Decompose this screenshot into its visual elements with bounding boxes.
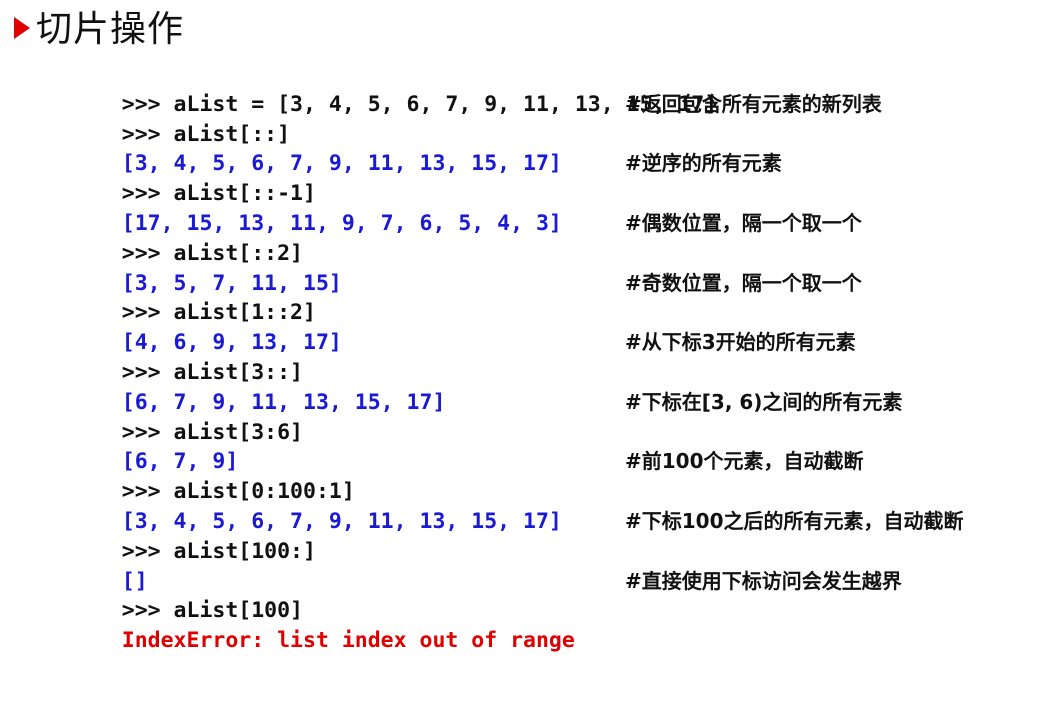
code-line: >>> aList[::2] #偶数位置，隔一个取一个 [70,209,1045,266]
code-line: [4, 6, 9, 13, 17] [70,298,1045,355]
code-line: [] [70,537,1045,594]
slide-title: 切片操作 [14,0,184,52]
code-line: >>> aList[3:6] #下标在[3, 6)之间的所有元素 [70,388,1045,445]
slide-title-text: 切片操作 [36,9,185,50]
code-comment: #从下标3开始的所有元素 [625,330,856,355]
code-line: >>> aList[100:] #下标100之后的所有元素，自动截断 [70,507,1045,564]
code-line: >>> aList = [3, 4, 5, 6, 7, 9, 11, 13, 1… [70,60,1045,117]
code-comment: #偶数位置，隔一个取一个 [625,210,862,235]
code-comment: #返回包含所有元素的新列表 [625,91,882,116]
code-comment: #逆序的所有元素 [625,151,782,176]
code-line: >>> aList[::-1] #逆序的所有元素 [70,149,1045,206]
code-line: >>> aList[100] #直接使用下标访问会发生越界 [70,567,1045,624]
code-line: >>> aList[3::] #从下标3开始的所有元素 [70,328,1045,385]
code-line: >>> aList[0:100:1] #前100个元素，自动截断 [70,447,1045,504]
code-comment: #奇数位置，隔一个取一个 [625,270,862,295]
code-line: >>> aList[::] #返回包含所有元素的新列表 [70,90,1045,147]
code-line: [3, 4, 5, 6, 7, 9, 11, 13, 15, 17] [70,477,1045,534]
code-comment: #前100个元素，自动截断 [625,449,864,474]
code-line: [3, 5, 7, 11, 15] [70,239,1045,296]
bullet-arrow-icon [14,17,30,39]
code-line: [3, 4, 5, 6, 7, 9, 11, 13, 15, 17] [70,120,1045,176]
code-line: [6, 7, 9, 11, 13, 15, 17] [70,358,1045,415]
code-comment: #下标在[3, 6)之间的所有元素 [625,389,903,414]
code-comment: #直接使用下标访问会发生越界 [625,568,902,593]
code-line: IndexError: list index out of range [70,596,1045,653]
code-line: [17, 15, 13, 11, 9, 7, 6, 5, 4, 3] [70,179,1045,236]
code-line: >>> aList[1::2] #奇数位置，隔一个取一个 [70,269,1045,326]
code-line: [6, 7, 9] [70,418,1045,474]
code-block: >>> aList = [3, 4, 5, 6, 7, 9, 11, 13, 1… [70,60,1045,653]
code-comment: #下标100之后的所有元素，自动截断 [625,508,964,533]
